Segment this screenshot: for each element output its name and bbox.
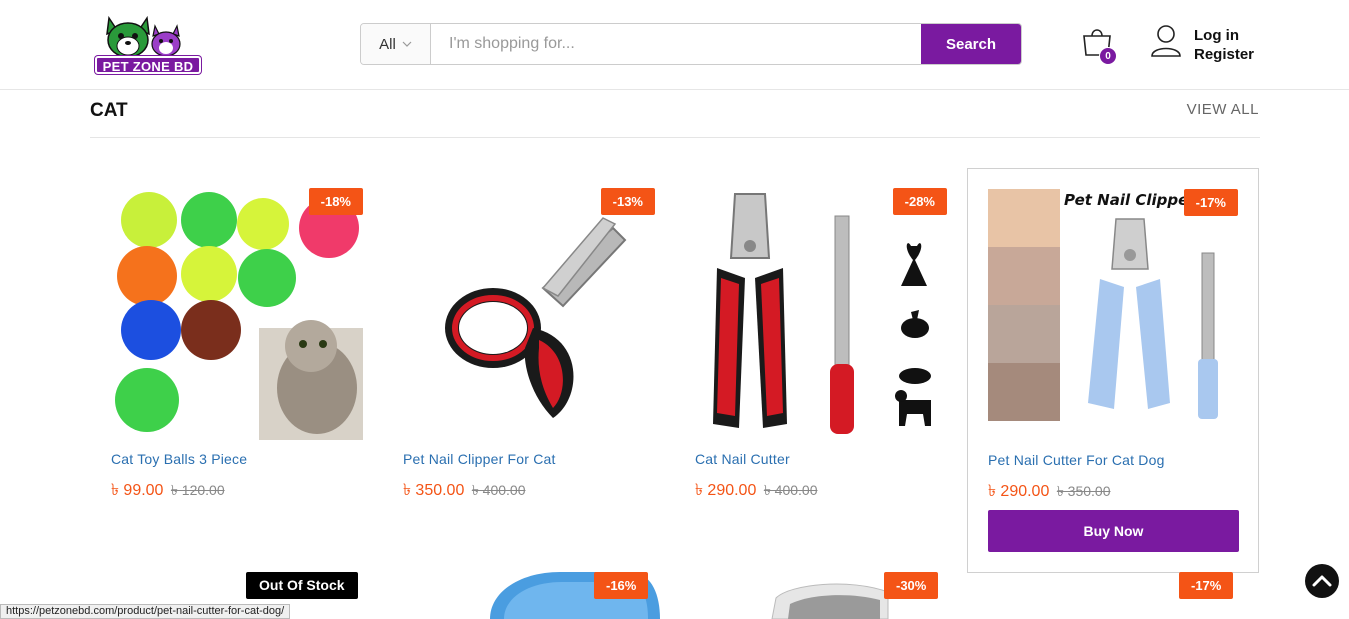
sale-price: ৳ 290.00: [988, 483, 1050, 500]
original-price: ৳ 350.00: [1056, 483, 1111, 499]
chevron-up-icon: [1312, 575, 1332, 587]
discount-badge: -13%: [600, 188, 655, 215]
out-of-stock-badge: Out Of Stock: [246, 572, 358, 599]
product-price: ৳ 350.00 ৳ 400.00: [403, 477, 526, 504]
nail-clipper-image: [445, 217, 627, 418]
product-price: ৳ 290.00 ৳ 400.00: [695, 477, 818, 504]
product-name[interactable]: Cat Toy Balls 3 Piece: [111, 451, 247, 467]
search-button[interactable]: Search: [921, 24, 1021, 64]
account-links: Log in Register: [1194, 26, 1254, 64]
discount-badge: -17%: [1183, 189, 1238, 216]
back-to-top-button[interactable]: [1305, 564, 1339, 598]
product-card[interactable]: -13% Pet Nail Clipper For Cat ৳ 350.00 ৳…: [383, 168, 675, 573]
product-name[interactable]: Pet Nail Cutter For Cat Dog: [988, 452, 1165, 468]
original-price: ৳ 400.00: [763, 482, 818, 498]
sale-price: ৳ 350.00: [403, 482, 465, 499]
image-caption: Pet Nail Clipper: [1064, 191, 1196, 209]
discount-badge: -18%: [308, 188, 363, 215]
discount-badge: -17%: [1179, 572, 1234, 599]
product-image[interactable]: [695, 188, 947, 440]
section-divider: [90, 137, 1260, 138]
product-price: ৳ 290.00 ৳ 350.00: [988, 478, 1111, 505]
product-image[interactable]: Pet Nail Clipper: [988, 189, 1240, 441]
cat-toy-balls-image: [115, 192, 363, 440]
product-card[interactable]: -18% Cat Toy Balls 3 Piece ৳ 99.00 ৳ 120…: [91, 168, 383, 573]
section-title: CAT: [90, 100, 128, 121]
product-image[interactable]: [111, 188, 363, 440]
logo-text: PET ZONE BD: [95, 56, 201, 74]
site-logo[interactable]: PET ZONE BD: [95, 12, 203, 74]
product-card[interactable]: Pet Nail Clipper -17% Pet Nail Cutter Fo…: [967, 168, 1259, 573]
product-card[interactable]: -28% Cat Nail Cutter ৳ 290.00 ৳ 400.00: [675, 168, 967, 573]
discount-badge: -28%: [892, 188, 947, 215]
product-image[interactable]: [403, 188, 655, 440]
search-category-select[interactable]: All: [361, 24, 431, 64]
search-input[interactable]: [431, 24, 921, 64]
original-price: ৳ 120.00: [170, 482, 225, 498]
site-header: PET ZONE BD All Search 0 Log in Register: [0, 0, 1349, 90]
sale-price: ৳ 290.00: [695, 482, 757, 499]
register-link[interactable]: Register: [1194, 45, 1254, 64]
discount-badge: -30%: [884, 572, 939, 599]
discount-badge: -16%: [594, 572, 649, 599]
status-bar-url: https://petzonebd.com/product/pet-nail-c…: [0, 604, 291, 619]
chevron-down-icon: [402, 39, 412, 50]
sale-price: ৳ 99.00: [111, 482, 164, 499]
search-bar: All Search: [360, 23, 1022, 65]
product-name[interactable]: Pet Nail Clipper For Cat: [403, 451, 556, 467]
original-price: ৳ 400.00: [471, 482, 526, 498]
cart-button[interactable]: 0: [1081, 26, 1117, 65]
pet-nail-cutter-image: [988, 189, 1218, 421]
cart-count-badge: 0: [1099, 47, 1117, 65]
logo-pets-icon: [106, 15, 181, 58]
cat-nail-cutter-image: [713, 193, 931, 434]
product-price: ৳ 99.00 ৳ 120.00: [111, 477, 225, 504]
user-icon[interactable]: [1150, 24, 1182, 58]
buy-now-button[interactable]: Buy Now: [988, 510, 1239, 552]
product-name[interactable]: Cat Nail Cutter: [695, 451, 790, 467]
login-link[interactable]: Log in: [1194, 26, 1254, 45]
search-category-label: All: [379, 35, 396, 53]
view-all-link[interactable]: VIEW ALL: [1187, 101, 1259, 118]
slicker-brush-image[interactable]: [770, 578, 890, 619]
